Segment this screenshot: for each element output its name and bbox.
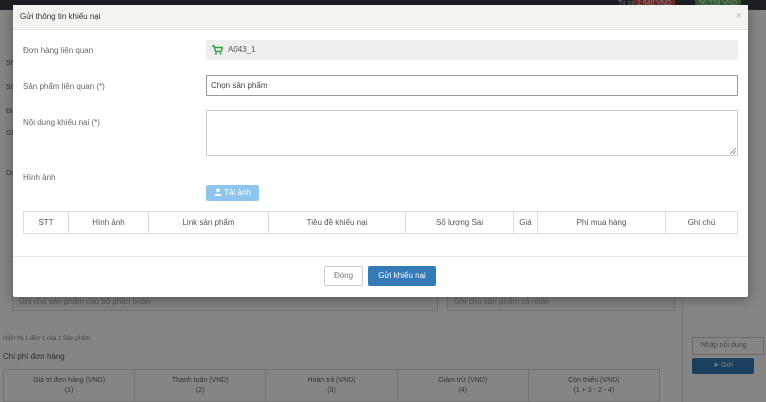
footer-divider bbox=[13, 256, 748, 257]
complaint-items-table: STT Hình ảnh Link sản phẩm Tiêu đề khiếu… bbox=[23, 211, 738, 234]
order-value: A043_1 bbox=[228, 45, 256, 54]
table-header: STT bbox=[24, 212, 69, 233]
cart-icon bbox=[212, 45, 223, 55]
upload-icon bbox=[214, 188, 222, 196]
submit-complaint-button[interactable]: Gửi khiếu nại bbox=[368, 266, 436, 286]
table-header: Số lượng Sai bbox=[406, 212, 514, 233]
content-label: Nội dung khiếu nại (*) bbox=[23, 118, 100, 127]
product-select[interactable]: Chọn sản phẩm bbox=[206, 75, 738, 96]
complaint-content-textarea[interactable] bbox=[206, 110, 738, 156]
table-header: Tiêu đề khiếu nại bbox=[269, 212, 406, 233]
complaint-modal: Gửi thông tin khiếu nại × Đơn hàng liên … bbox=[13, 5, 748, 297]
resize-grip-icon[interactable] bbox=[730, 148, 736, 154]
table-header: Hình ảnh bbox=[69, 212, 149, 233]
product-select-value: Chọn sản phẩm bbox=[211, 81, 268, 90]
order-label: Đơn hàng liên quan bbox=[23, 46, 94, 55]
product-label: Sản phẩm liên quan (*) bbox=[23, 82, 105, 91]
modal-title: Gửi thông tin khiếu nại bbox=[20, 12, 101, 21]
table-header: Giá bbox=[514, 212, 538, 233]
close-button[interactable]: Đóng bbox=[324, 266, 363, 286]
table-header: Phí mua hàng bbox=[538, 212, 666, 233]
image-label: Hình ảnh bbox=[23, 173, 56, 182]
table-header: Link sản phẩm bbox=[149, 212, 269, 233]
close-icon[interactable]: × bbox=[736, 10, 742, 22]
table-header: Ghi chú bbox=[687, 218, 716, 227]
modal-header: Gửi thông tin khiếu nại × bbox=[13, 5, 748, 30]
upload-image-button[interactable]: Tải ảnh bbox=[206, 185, 259, 201]
order-field: A043_1 bbox=[206, 40, 738, 60]
